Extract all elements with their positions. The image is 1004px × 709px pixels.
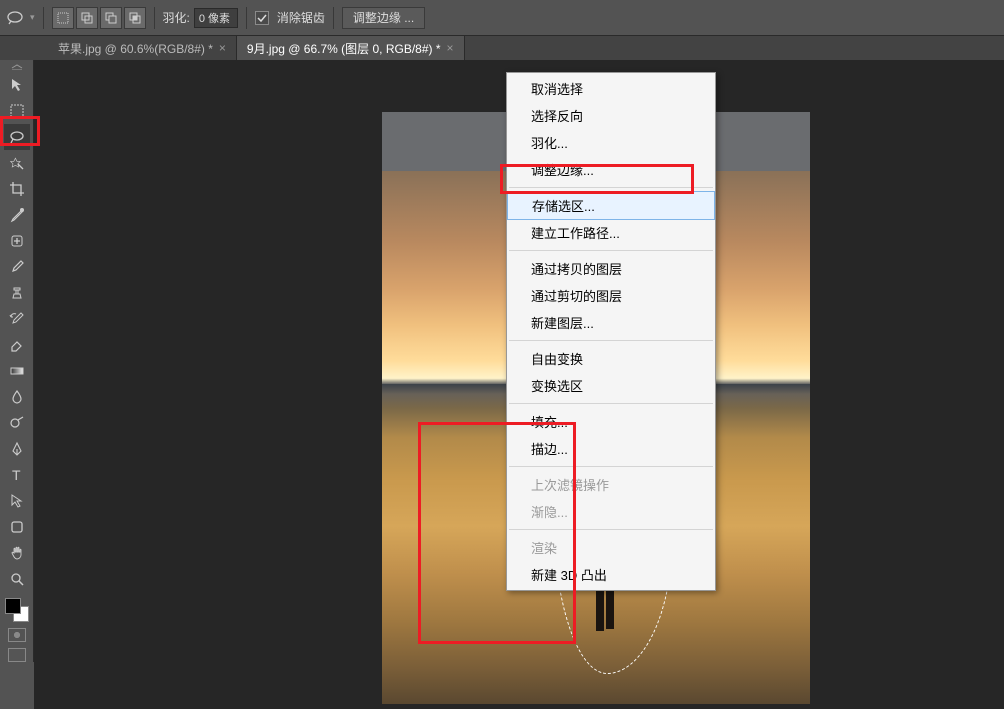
magic-wand-tool[interactable]	[4, 150, 30, 176]
cm-fill[interactable]: 填充...	[507, 408, 715, 435]
cm-free-transform[interactable]: 自由变换	[507, 345, 715, 372]
type-tool[interactable]: T	[4, 462, 30, 488]
marquee-tool[interactable]	[4, 98, 30, 124]
close-icon[interactable]: ×	[447, 41, 454, 55]
cm-transform-selection[interactable]: 变换选区	[507, 372, 715, 399]
quick-mask-icon[interactable]	[8, 628, 26, 642]
selection-new-icon[interactable]	[52, 7, 74, 29]
brush-tool[interactable]	[4, 254, 30, 280]
antialias-label: 消除锯齿	[277, 9, 325, 26]
tab-9yue[interactable]: 9月.jpg @ 66.7% (图层 0, RGB/8#) * ×	[237, 36, 465, 60]
hand-tool[interactable]	[4, 540, 30, 566]
cm-stroke[interactable]: 描边...	[507, 435, 715, 462]
lasso-preset-icon[interactable]	[4, 7, 26, 29]
selection-add-icon[interactable]	[76, 7, 98, 29]
svg-text:T: T	[12, 467, 21, 483]
clone-stamp-tool[interactable]	[4, 280, 30, 306]
healing-brush-tool[interactable]	[4, 228, 30, 254]
pen-tool[interactable]	[4, 436, 30, 462]
feather-input[interactable]	[194, 8, 238, 28]
cm-layer-via-cut[interactable]: 通过剪切的图层	[507, 282, 715, 309]
cm-save-selection[interactable]: 存储选区...	[507, 191, 715, 220]
context-menu: 取消选择 选择反向 羽化... 调整边缘... 存储选区... 建立工作路径..…	[506, 72, 716, 591]
close-icon[interactable]: ×	[219, 41, 226, 55]
feather-label: 羽化:	[163, 9, 190, 26]
cm-render: 渲染	[507, 534, 715, 561]
dodge-tool[interactable]	[4, 410, 30, 436]
cm-refine-edge[interactable]: 调整边缘...	[507, 156, 715, 183]
tab-apple[interactable]: 苹果.jpg @ 60.6%(RGB/8#) * ×	[48, 36, 237, 60]
refine-edge-button[interactable]: 调整边缘 ...	[342, 7, 425, 29]
move-tool[interactable]	[4, 72, 30, 98]
selection-intersect-icon[interactable]	[124, 7, 146, 29]
screen-mode-icon[interactable]	[8, 648, 26, 662]
options-bar: ▾ 羽化: 消除锯齿 调整边缘 ...	[0, 0, 1004, 36]
shape-tool[interactable]	[4, 514, 30, 540]
selection-subtract-icon[interactable]	[100, 7, 122, 29]
eraser-tool[interactable]	[4, 332, 30, 358]
cm-fade: 渐隐...	[507, 498, 715, 525]
path-selection-tool[interactable]	[4, 488, 30, 514]
color-swatches[interactable]	[5, 598, 29, 622]
cm-select-inverse[interactable]: 选择反向	[507, 102, 715, 129]
cm-make-work-path[interactable]: 建立工作路径...	[507, 219, 715, 246]
selection-mode-group	[52, 7, 146, 29]
cm-new-3d-extrusion[interactable]: 新建 3D 凸出	[507, 561, 715, 588]
cm-feather[interactable]: 羽化...	[507, 129, 715, 156]
cm-layer-via-copy[interactable]: 通过拷贝的图层	[507, 255, 715, 282]
tools-panel: T	[0, 60, 34, 662]
cm-new-layer[interactable]: 新建图层...	[507, 309, 715, 336]
document-tabs: 苹果.jpg @ 60.6%(RGB/8#) * × 9月.jpg @ 66.7…	[0, 36, 1004, 60]
zoom-tool[interactable]	[4, 566, 30, 592]
tab-label: 苹果.jpg @ 60.6%(RGB/8#) *	[58, 40, 213, 57]
crop-tool[interactable]	[4, 176, 30, 202]
tab-label: 9月.jpg @ 66.7% (图层 0, RGB/8#) *	[247, 40, 441, 57]
gradient-tool[interactable]	[4, 358, 30, 384]
blur-tool[interactable]	[4, 384, 30, 410]
foreground-color[interactable]	[5, 598, 21, 614]
eyedropper-tool[interactable]	[4, 202, 30, 228]
history-brush-tool[interactable]	[4, 306, 30, 332]
antialias-checkbox[interactable]	[255, 11, 269, 25]
cm-last-filter: 上次滤镜操作	[507, 471, 715, 498]
lasso-tool[interactable]	[4, 124, 30, 150]
cm-deselect[interactable]: 取消选择	[507, 75, 715, 102]
